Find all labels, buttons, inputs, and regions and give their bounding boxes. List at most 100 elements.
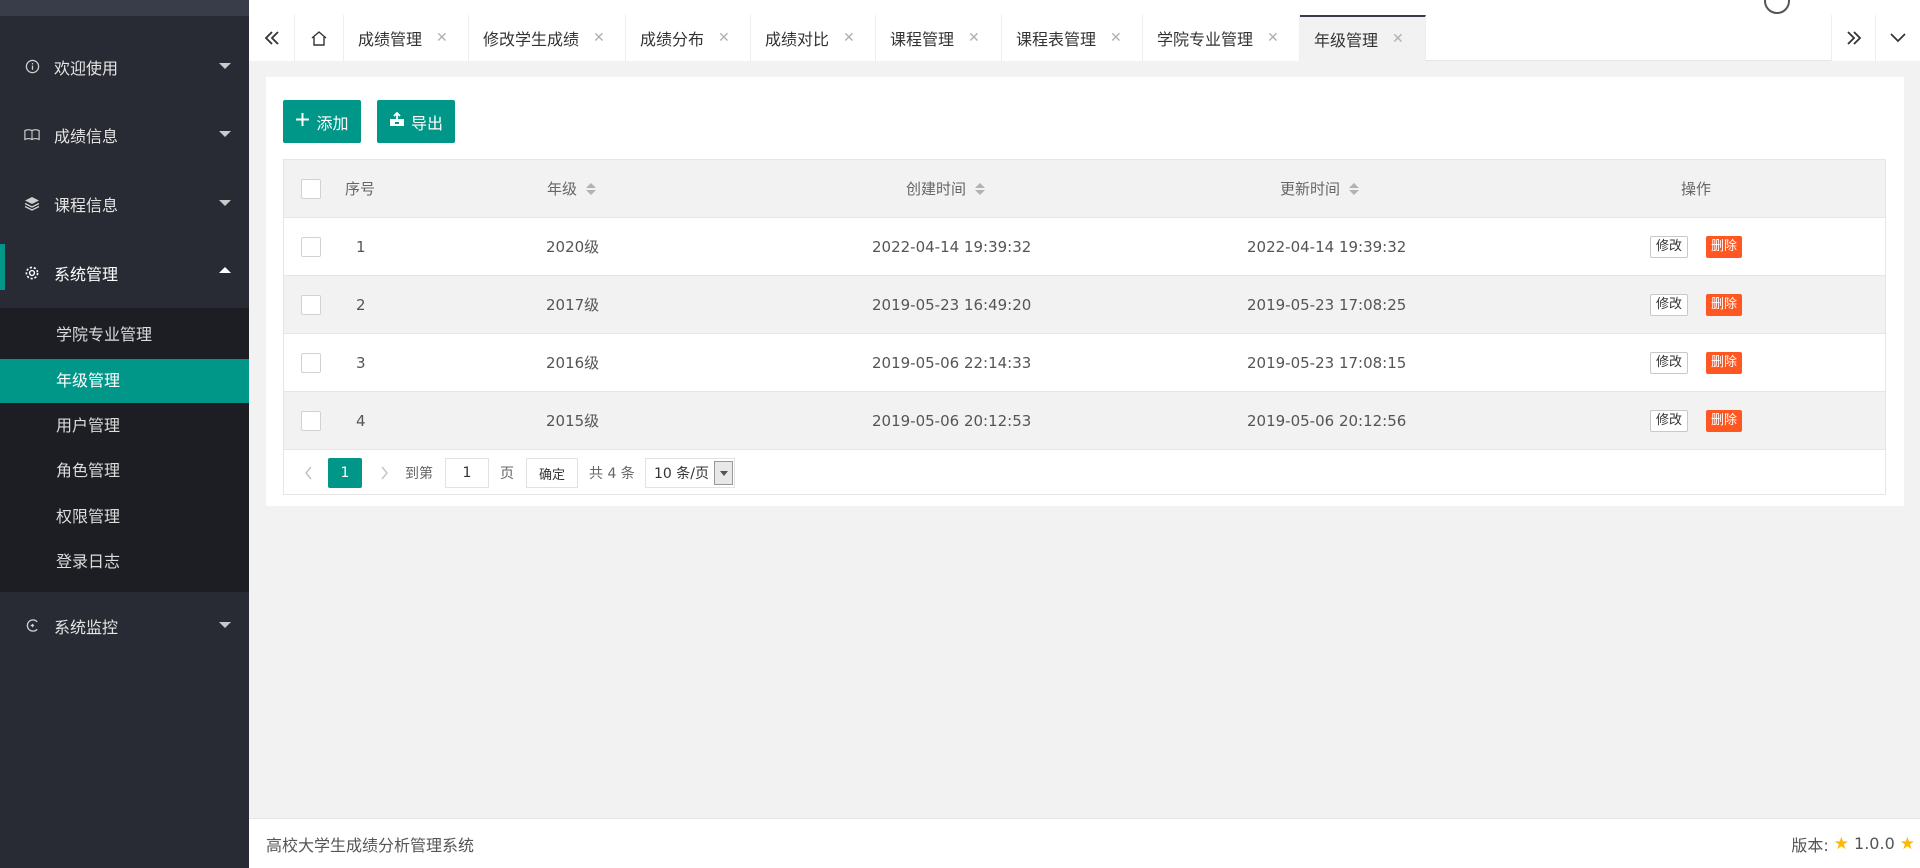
delete-button[interactable]: 删除 — [1706, 409, 1743, 432]
submenu-item-login-log[interactable]: 登录日志 — [0, 540, 249, 584]
double-chevron-left-icon — [264, 31, 279, 45]
double-chevron-right-icon — [1846, 31, 1861, 45]
sidebar-item-courses[interactable]: 课程信息 — [0, 169, 249, 238]
chevron-down-icon[interactable] — [714, 461, 733, 485]
chevron-down-icon — [219, 200, 231, 206]
prev-page-button[interactable] — [298, 458, 318, 488]
sidebar-item-scores[interactable]: 成绩信息 — [0, 100, 249, 169]
cell-grade: 2016级 — [546, 354, 600, 372]
version-value: 1.0.0 — [1854, 834, 1895, 853]
tab-timetable-management[interactable]: 课程表管理 ✕ — [1002, 15, 1143, 61]
chevron-down-icon — [1890, 33, 1906, 43]
submenu-item-roles[interactable]: 角色管理 — [0, 449, 249, 493]
home-icon — [311, 30, 327, 46]
header-updated[interactable]: 更新时间 — [1280, 160, 1360, 217]
add-button[interactable]: 添加 — [283, 100, 361, 143]
tab-label: 课程表管理 — [1016, 30, 1097, 49]
sidebar-item-system[interactable]: 系统管理 — [0, 238, 249, 307]
tab-label: 成绩分布 — [640, 30, 705, 49]
select-all-checkbox[interactable] — [301, 178, 321, 199]
add-button-label: 添加 — [316, 113, 349, 133]
page-1-button[interactable]: 1 — [328, 458, 362, 488]
cell-updated: 2019-05-23 17:08:15 — [1247, 353, 1407, 372]
book-icon — [24, 127, 40, 143]
star-icon: ★ — [1833, 833, 1850, 854]
submenu-item-permissions[interactable]: 权限管理 — [0, 495, 249, 539]
close-icon[interactable]: ✕ — [1110, 30, 1122, 46]
plus-icon — [295, 111, 310, 132]
sort-icon[interactable] — [586, 182, 597, 195]
home-tab[interactable] — [295, 15, 344, 61]
star-icon: ★ — [1899, 833, 1915, 854]
sidebar-item-welcome[interactable]: 欢迎使用 — [0, 32, 249, 101]
close-icon[interactable]: ✕ — [1267, 30, 1279, 46]
goto-page-input[interactable]: 1 — [445, 458, 489, 488]
tab-label: 成绩管理 — [358, 30, 423, 49]
edit-button[interactable]: 修改 — [1650, 351, 1689, 374]
table-row: 1 2020级 2022-04-14 19:39:32 2022-04-14 1… — [284, 218, 1885, 276]
page-size-select[interactable]: 10 条/页 — [645, 458, 735, 488]
row-checkbox[interactable] — [301, 294, 321, 315]
header-grade[interactable]: 年级 — [547, 160, 597, 217]
row-checkbox[interactable] — [301, 236, 321, 257]
export-button[interactable]: 导出 — [377, 100, 455, 143]
close-icon[interactable]: ✕ — [593, 30, 605, 46]
scroll-right-button[interactable] — [1831, 15, 1876, 61]
close-icon[interactable]: ✕ — [718, 30, 730, 46]
sidebar: 欢迎使用 成绩信息 课程信息 系统管理 学院专业管理 年级管理 用户管理 角色管… — [0, 0, 249, 868]
tab-grade-management[interactable]: 年级管理 ✕ — [1300, 15, 1426, 61]
delete-button[interactable]: 删除 — [1706, 235, 1743, 258]
tab-label: 成绩对比 — [765, 30, 830, 49]
page-unit-label: 页 — [500, 466, 514, 482]
footer-version: 版本: ★ 1.0.0 ★ — [1791, 832, 1920, 856]
content-card: 添加 导出 序号 年级 创建时间 更新时间 操作 1 2020级 2022-04… — [266, 77, 1904, 506]
close-icon[interactable]: ✕ — [843, 30, 855, 46]
tab-score-compare[interactable]: 成绩对比 ✕ — [751, 15, 876, 61]
delete-button[interactable]: 删除 — [1706, 351, 1743, 374]
table-header: 序号 年级 创建时间 更新时间 操作 — [284, 160, 1885, 218]
close-icon[interactable]: ✕ — [1392, 31, 1404, 47]
tab-score-distribution[interactable]: 成绩分布 ✕ — [626, 15, 751, 61]
submenu-item-users[interactable]: 用户管理 — [0, 404, 249, 448]
tab-edit-student-score[interactable]: 修改学生成绩 ✕ — [469, 15, 626, 61]
sidebar-top-strip — [0, 0, 249, 16]
header-created[interactable]: 创建时间 — [906, 160, 986, 217]
tab-bar: 成绩管理 ✕ 修改学生成绩 ✕ 成绩分布 ✕ 成绩对比 ✕ 课程管理 ✕ 课程表管理 ✕ 学… — [249, 0, 1920, 61]
sort-icon[interactable] — [1349, 182, 1360, 195]
goto-confirm-button[interactable]: 确定 — [526, 458, 579, 488]
close-icon[interactable]: ✕ — [968, 30, 980, 46]
scroll-left-button[interactable] — [249, 15, 295, 61]
export-button-label: 导出 — [410, 113, 443, 133]
sort-icon[interactable] — [975, 182, 986, 195]
edit-button[interactable]: 修改 — [1650, 293, 1689, 316]
submenu-item-college-major[interactable]: 学院专业管理 — [0, 313, 249, 357]
cell-grade: 2017级 — [546, 296, 600, 314]
close-icon[interactable]: ✕ — [436, 30, 448, 46]
sidebar-item-label: 欢迎使用 — [54, 58, 119, 78]
table-row: 3 2016级 2019-05-06 22:14:33 2019-05-23 1… — [284, 334, 1885, 392]
row-checkbox[interactable] — [301, 410, 321, 431]
sidebar-item-label: 系统监控 — [54, 617, 119, 637]
header-strip — [249, 0, 1920, 15]
goto-label: 到第 — [405, 466, 433, 482]
header-seq: 序号 — [345, 180, 376, 198]
header-updated-label: 更新时间 — [1280, 180, 1341, 198]
tab-college-major[interactable]: 学院专业管理 ✕ — [1143, 15, 1300, 61]
row-checkbox[interactable] — [301, 352, 321, 373]
edit-button[interactable]: 修改 — [1650, 409, 1689, 432]
tab-course-management[interactable]: 课程管理 ✕ — [876, 15, 1002, 61]
tab-label: 课程管理 — [890, 30, 955, 49]
monitor-icon — [24, 618, 40, 634]
edit-button[interactable]: 修改 — [1650, 235, 1689, 258]
cell-grade: 2015级 — [546, 412, 600, 430]
sidebar-item-monitor[interactable]: 系统监控 — [0, 591, 249, 660]
delete-button[interactable]: 删除 — [1706, 293, 1743, 316]
footer: 高校大学生成绩分析管理系统 版本: ★ 1.0.0 ★ — [249, 818, 1920, 868]
tab-score-management[interactable]: 成绩管理 ✕ — [344, 15, 469, 61]
sidebar-item-label: 系统管理 — [54, 264, 119, 284]
tab-menu-button[interactable] — [1876, 15, 1920, 61]
next-page-button[interactable] — [374, 458, 394, 488]
submenu-item-grade[interactable]: 年级管理 — [0, 359, 249, 403]
chevron-right-icon — [380, 466, 388, 480]
cell-updated: 2019-05-23 17:08:25 — [1247, 295, 1407, 314]
